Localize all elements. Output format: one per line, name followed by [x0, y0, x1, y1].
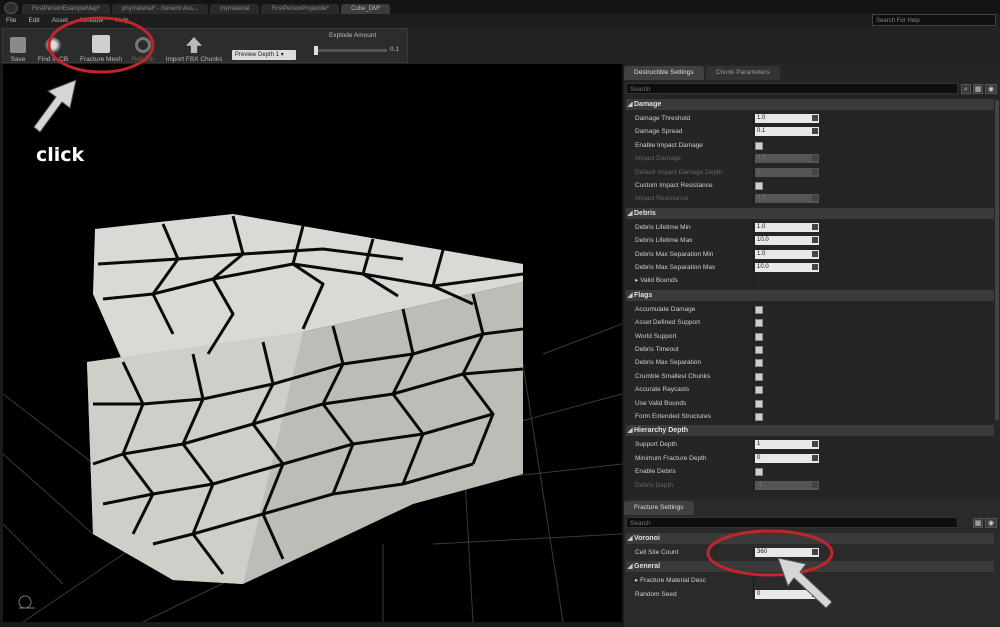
annotation-overlay [33, 16, 834, 609]
arrow-up-left-icon [33, 79, 77, 133]
editor-window: FirstPersonExampleMap* phymaterial* - Ge… [0, 0, 1000, 627]
cell-site-count-highlight-ellipse [706, 529, 834, 577]
fracture-mesh-highlight-ellipse [47, 16, 155, 74]
